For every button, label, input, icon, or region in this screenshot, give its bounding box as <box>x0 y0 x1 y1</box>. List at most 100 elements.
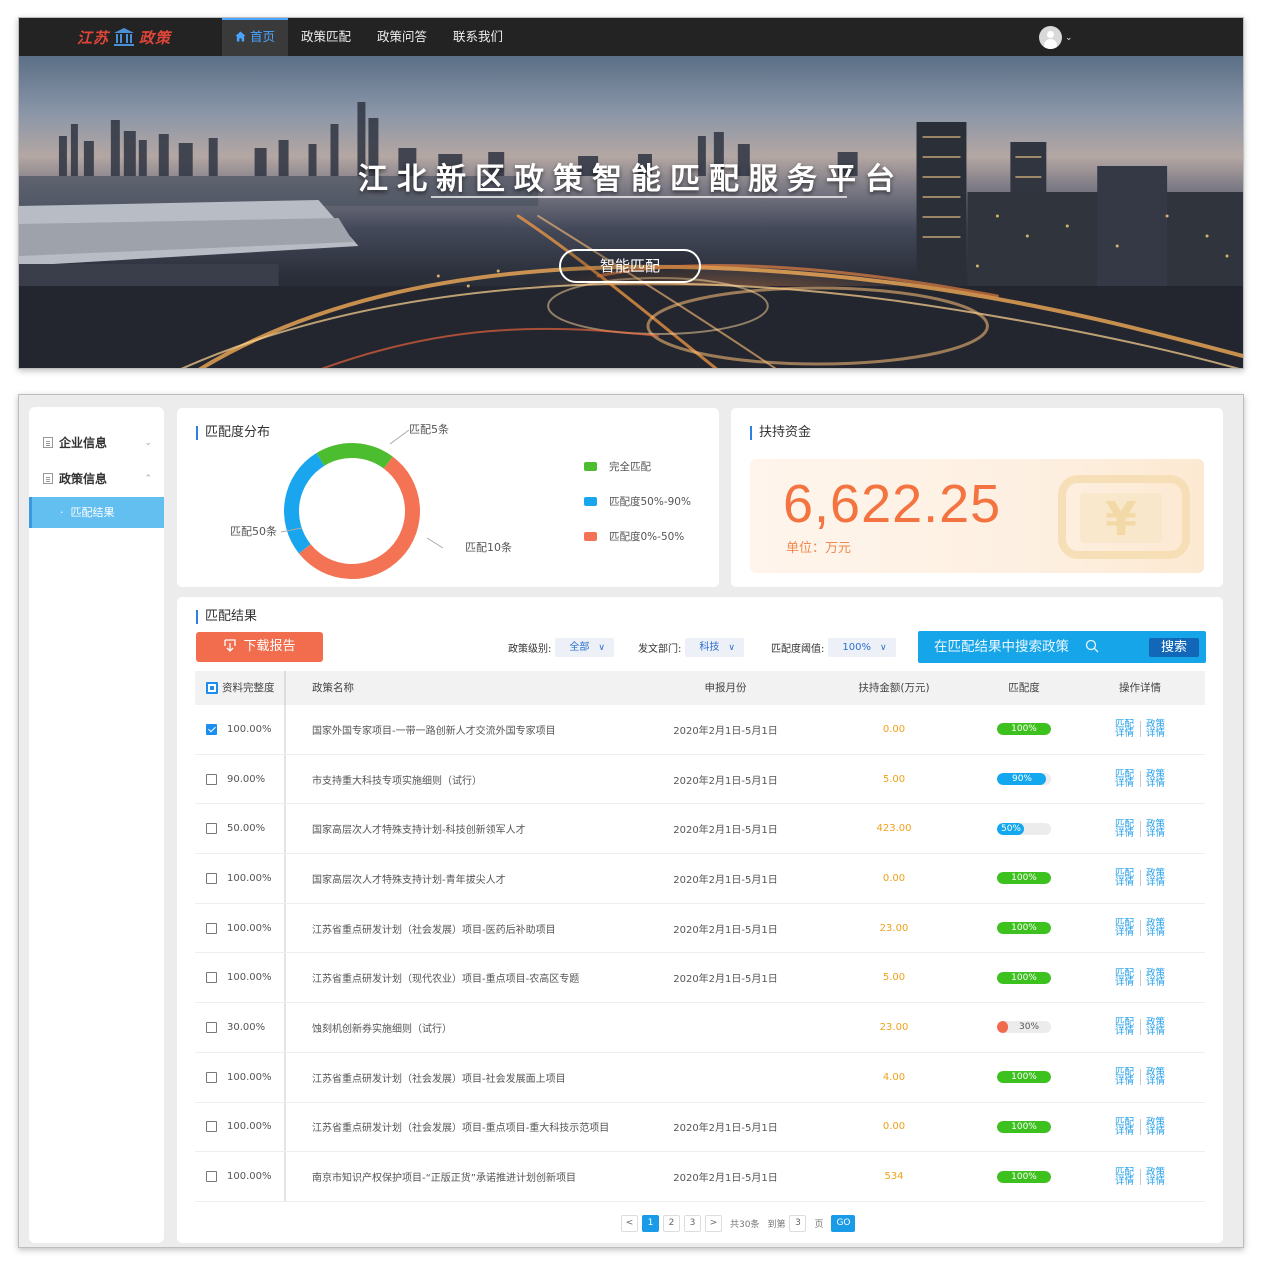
match-detail-link[interactable]: 匹配 详情 <box>1115 720 1135 739</box>
row-checkbox[interactable] <box>206 922 217 934</box>
operations-cell: 匹配 详情 政策 详情 <box>1077 819 1203 838</box>
policy-detail-link[interactable]: 政策 详情 <box>1146 720 1166 739</box>
match-percent: 30% <box>1019 1022 1040 1033</box>
match-cell: 90% <box>971 773 1077 786</box>
legend-item[interactable]: 匹配度50%-90% <box>584 494 691 508</box>
department-select[interactable]: 科技 ∨ <box>685 638 744 657</box>
sidebar-group-company-info[interactable]: 企业信息 ⌄ <box>29 425 164 461</box>
match-detail-link[interactable]: 匹配 详情 <box>1115 1118 1135 1137</box>
table-row[interactable]: 100.00% 江苏省重点研发计划（社会发展）项目-重点项目-重大科技示范项目 20… <box>195 1102 1205 1153</box>
match-progress-bar: 90% <box>997 773 1051 786</box>
policy-detail-link[interactable]: 政策 详情 <box>1146 1068 1166 1087</box>
legend-item[interactable]: 匹配度0%-50% <box>584 529 691 543</box>
policy-name[interactable]: 江苏省重点研发计划（社会发展）项目-社会发展面上项目 <box>286 1070 634 1085</box>
policy-detail-link[interactable]: 政策 详情 <box>1146 770 1166 789</box>
page-3-button[interactable]: 3 <box>684 1215 701 1232</box>
match-threshold-select[interactable]: 100% ∨ <box>828 638 896 657</box>
select-value: 科技 <box>699 642 720 653</box>
row-checkbox[interactable] <box>206 1171 217 1183</box>
user-menu[interactable]: ⌄ <box>1039 26 1073 49</box>
table-row[interactable]: 30.00% 蚀刻机创新券实施细则（试行） 23.00 30% 匹配 详情 政策 详情 <box>195 1003 1205 1053</box>
top-navbar: 江苏 政策 首页 政策匹配 政策问答 联系我们 ⌄ <box>19 18 1243 56</box>
row-checkbox[interactable] <box>206 1021 217 1033</box>
legend-item[interactable]: 完全匹配 <box>584 459 691 473</box>
go-button[interactable]: GO <box>831 1215 856 1232</box>
operations-cell: 匹配 详情 政策 详情 <box>1077 1118 1203 1137</box>
policy-detail-link[interactable]: 政策 详情 <box>1146 969 1166 988</box>
download-report-button[interactable]: 下载报告 <box>196 632 323 662</box>
donut-slice[interactable] <box>284 453 325 554</box>
policy-name[interactable]: 江苏省重点研发计划（社会发展）项目-重点项目-重大科技示范项目 <box>286 1119 634 1134</box>
support-amount: 23.00 <box>879 922 909 934</box>
row-checkbox[interactable] <box>206 773 217 785</box>
table-row[interactable]: 100.00% 南京市知识产权保护项目-“正版正货”承诺推进计划创新项目 2020年… <box>195 1152 1205 1202</box>
page-1-button[interactable]: 1 <box>642 1215 659 1232</box>
row-checkbox[interactable] <box>206 823 217 835</box>
match-detail-link[interactable]: 匹配 详情 <box>1115 1018 1135 1037</box>
match-detail-link[interactable]: 匹配 详情 <box>1115 1167 1135 1186</box>
policy-detail-link[interactable]: 政策 详情 <box>1146 819 1166 838</box>
match-progress-bar: 100% <box>997 1170 1051 1183</box>
match-detail-link[interactable]: 匹配 详情 <box>1115 819 1135 838</box>
search-input[interactable]: 在匹配结果中搜索政策 <box>934 631 1069 663</box>
page-2-button[interactable]: 2 <box>663 1215 680 1232</box>
table-row[interactable]: 100.00% 江苏省重点研发计划（社会发展）项目-医药后补助项目 2020年2月1… <box>195 903 1205 954</box>
policy-name[interactable]: 市支持重大科技专项实施细则（试行） <box>286 772 634 787</box>
table-header: 资料完整度 政策名称 申报月份 扶持金额(万元) 匹配度 操作详情 <box>195 671 1205 705</box>
funding-summary: ¥ 6,622.25 单位：万元 <box>750 459 1204 573</box>
policy-detail-link[interactable]: 政策 详情 <box>1146 919 1166 938</box>
row-checkbox[interactable] <box>206 972 217 984</box>
match-detail-link[interactable]: 匹配 详情 <box>1115 1068 1135 1087</box>
main-nav: 首页 政策匹配 政策问答 联系我们 <box>222 18 516 56</box>
next-page-button[interactable]: > <box>705 1215 722 1232</box>
match-detail-link[interactable]: 匹配 详情 <box>1115 969 1135 988</box>
policy-name[interactable]: 国家高层次人才特殊支持计划-青年拔尖人才 <box>286 871 634 886</box>
match-percent: 100% <box>1011 1171 1037 1182</box>
policy-name[interactable]: 国家高层次人才特殊支持计划-科技创新领军人才 <box>286 821 634 836</box>
policy-name[interactable]: 国家外国专家项目-一带一路创新人才交流外国专家项目 <box>286 722 634 737</box>
search-button[interactable]: 搜索 <box>1149 638 1199 657</box>
table-row[interactable]: 100.00% 江苏省重点研发计划（社会发展）项目-社会发展面上项目 4.00 100… <box>195 1052 1205 1103</box>
operations-cell: 匹配 详情 政策 详情 <box>1077 869 1203 888</box>
nav-policy-qa[interactable]: 政策问答 <box>364 18 440 56</box>
policy-name[interactable]: 蚀刻机创新券实施细则（试行） <box>286 1020 634 1035</box>
site-logo[interactable]: 江苏 政策 <box>77 24 171 50</box>
table-row[interactable]: 100.00% 国家外国专家项目-一带一路创新人才交流外国专家项目 2020年2月1… <box>195 705 1205 755</box>
row-checkbox[interactable] <box>206 1121 217 1133</box>
policy-level-select[interactable]: 全部 ∨ <box>555 638 614 657</box>
search-icon[interactable] <box>1085 639 1099 653</box>
sidebar-group-policy-info[interactable]: 政策信息 ⌃ <box>29 461 164 497</box>
goto-page-input[interactable]: 3 <box>789 1215 807 1232</box>
policy-detail-link[interactable]: 政策 详情 <box>1146 1118 1166 1137</box>
sidebar-item-match-results[interactable]: · 匹配结果 <box>29 497 164 528</box>
row-checkbox[interactable] <box>206 723 217 735</box>
prev-page-button[interactable]: < <box>621 1215 638 1232</box>
policy-name[interactable]: 江苏省重点研发计划（社会发展）项目-医药后补助项目 <box>286 921 634 936</box>
match-detail-link[interactable]: 匹配 详情 <box>1115 770 1135 789</box>
policy-detail-link[interactable]: 政策 详情 <box>1146 869 1166 888</box>
policy-detail-link[interactable]: 政策 详情 <box>1146 1167 1166 1186</box>
sidebar-group-label: 政策信息 <box>59 472 108 486</box>
table-row[interactable]: 100.00% 国家高层次人才特殊支持计划-青年拔尖人才 2020年2月1日-5月1… <box>195 854 1205 904</box>
row-checkbox[interactable] <box>206 1071 217 1083</box>
row-checkbox[interactable] <box>206 872 217 884</box>
pagination: < 1 2 3 > 共30条 到第 3 页 GO <box>621 1215 856 1232</box>
select-all-checkbox[interactable] <box>206 682 218 694</box>
match-detail-link[interactable]: 匹配 详情 <box>1115 919 1135 938</box>
table-row[interactable]: 100.00% 江苏省重点研发计划（现代农业）项目-重点项目-农高区专题 2020年… <box>195 953 1205 1004</box>
header-completeness[interactable]: 资料完整度 <box>195 671 286 705</box>
smart-match-button[interactable]: 智能匹配 <box>559 249 701 283</box>
nav-home[interactable]: 首页 <box>222 18 289 56</box>
match-detail-link[interactable]: 匹配 详情 <box>1115 869 1135 888</box>
support-amount: 0.00 <box>882 872 906 884</box>
nav-contact[interactable]: 联系我们 <box>440 18 516 56</box>
policy-detail-link[interactable]: 政策 详情 <box>1146 1018 1166 1037</box>
match-progress-bar: 50% <box>997 822 1051 835</box>
table-row[interactable]: 90.00% 市支持重大科技专项实施细则（试行） 2020年2月1日-5月1日 5.0… <box>195 754 1205 805</box>
donut-slice[interactable] <box>316 443 393 469</box>
policy-name[interactable]: 江苏省重点研发计划（现代农业）项目-重点项目-农高区专题 <box>286 970 634 985</box>
donut-slice[interactable] <box>298 456 420 579</box>
nav-policy-match[interactable]: 政策匹配 <box>288 18 364 56</box>
table-row[interactable]: 50.00% 国家高层次人才特殊支持计划-科技创新领军人才 2020年2月1日-5月… <box>195 804 1205 855</box>
policy-name[interactable]: 南京市知识产权保护项目-“正版正货”承诺推进计划创新项目 <box>286 1169 634 1184</box>
